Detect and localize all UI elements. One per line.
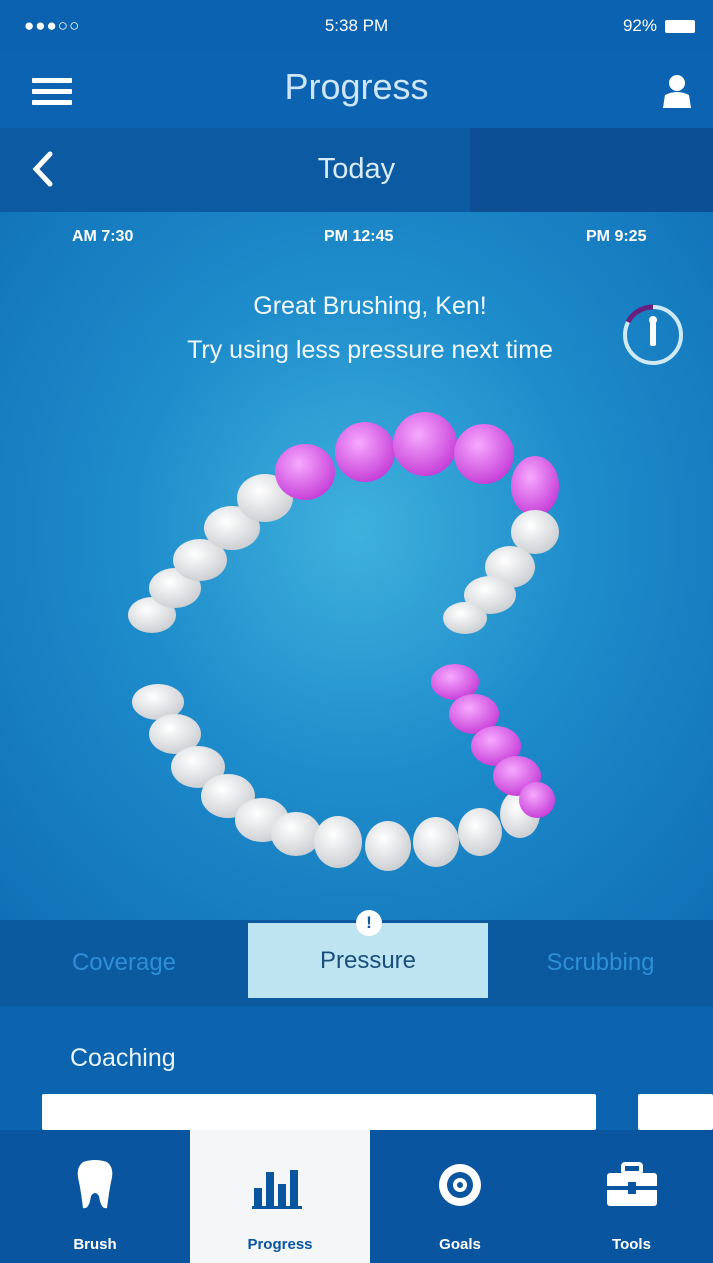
status-time: 5:38 PM — [324, 16, 389, 35]
page-title: Progress — [284, 66, 429, 107]
target-icon — [439, 1164, 481, 1206]
bottom-tab-tools[interactable]: Tools — [550, 1130, 713, 1263]
alert-badge: ! — [356, 910, 382, 936]
bottom-tab-label: Brush — [73, 1236, 117, 1253]
greeting-message: Great Brushing, Ken! — [253, 292, 487, 320]
tooth-icon — [77, 1160, 113, 1209]
coaching-card-next[interactable] — [638, 1094, 713, 1130]
bottom-tab-label: Progress — [247, 1236, 313, 1253]
timer-icon[interactable] — [618, 300, 688, 370]
bottom-tab-goals[interactable]: Goals — [370, 1130, 550, 1263]
tab-scrubbing[interactable]: Scrubbing — [488, 920, 713, 1006]
profile-icon[interactable] — [661, 74, 693, 108]
day-label: Today — [317, 153, 396, 185]
bottom-tab-progress[interactable]: Progress — [190, 1130, 370, 1263]
coaching-tip: Try using less pressure next time — [187, 336, 553, 364]
coaching-heading: Coaching — [70, 1044, 176, 1072]
tab-coverage[interactable]: Coverage — [0, 920, 248, 1006]
bottom-tab-brush[interactable]: Brush — [0, 1130, 190, 1263]
teeth-map — [128, 412, 559, 871]
status-bar: ●●●○○ 5:38 PM 92% — [0, 0, 713, 52]
battery-indicator: 92% — [623, 16, 695, 36]
battery-percent: 92% — [622, 16, 657, 35]
session-time-evening[interactable]: PM 9:25 — [586, 228, 646, 246]
nav-bar: Progress — [0, 52, 713, 128]
bottom-tab-label: Tools — [612, 1236, 651, 1253]
toolbox-icon — [606, 1162, 657, 1206]
bottom-tab-bar: Brush Progress Goals Tools — [0, 1130, 713, 1263]
coaching-section: Coaching — [0, 1006, 713, 1130]
bottom-tab-label: Goals — [439, 1236, 481, 1253]
brushing-visualization: AM 7:30 PM 12:45 PM 9:25 Great Brushing,… — [0, 212, 713, 920]
session-time-midday[interactable]: PM 12:45 — [324, 228, 393, 246]
session-time-morning[interactable]: AM 7:30 — [72, 228, 133, 246]
bar-chart-icon — [252, 1170, 302, 1209]
day-selector: Today — [0, 128, 713, 212]
coaching-card[interactable] — [42, 1094, 596, 1130]
metric-tabs: Coverage Pressure Scrubbing — [0, 920, 713, 1006]
battery-icon — [665, 19, 695, 33]
